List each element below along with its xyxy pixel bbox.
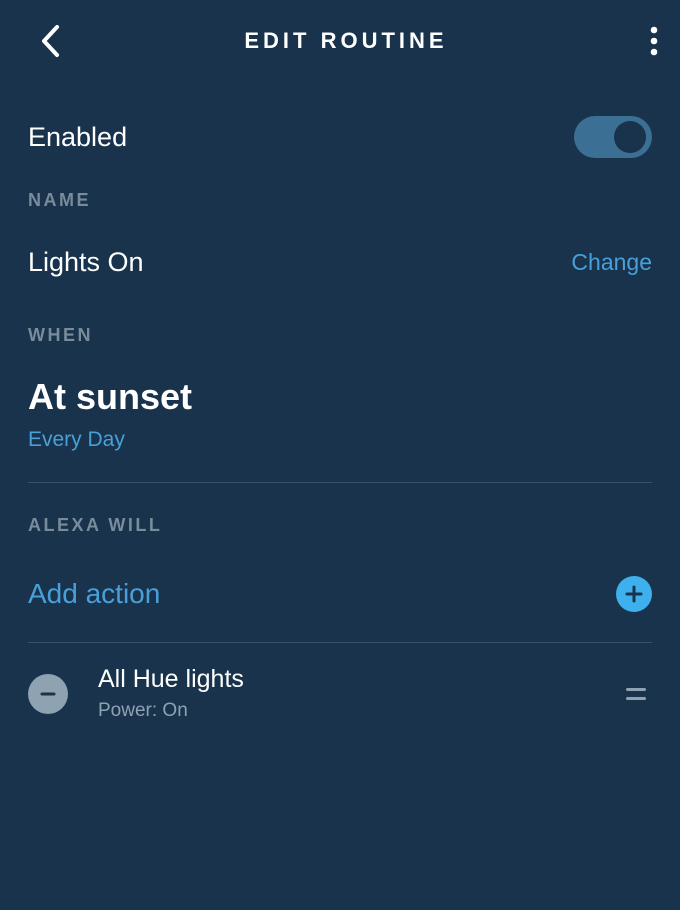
page-title: EDIT ROUTINE (70, 28, 622, 54)
enabled-row: Enabled (28, 82, 652, 162)
trigger-block[interactable]: At sunset Every Day (28, 352, 652, 482)
add-action-button[interactable]: Add action (28, 542, 652, 642)
chevron-left-icon (39, 24, 61, 58)
change-name-link[interactable]: Change (571, 249, 652, 276)
action-subtitle: Power: On (98, 694, 620, 722)
enabled-label: Enabled (28, 122, 127, 153)
drag-handle-line (626, 697, 646, 700)
when-section-heading: WHEN (28, 297, 652, 352)
name-section-heading: NAME (28, 162, 652, 217)
drag-handle-line (626, 688, 646, 691)
actions-section-heading: ALEXA WILL (28, 483, 652, 542)
add-action-label: Add action (28, 578, 160, 610)
enabled-toggle[interactable] (574, 116, 652, 158)
routine-name-row: Lights On Change (28, 217, 652, 297)
back-button[interactable] (30, 21, 70, 61)
routine-name-value: Lights On (28, 247, 144, 278)
action-item[interactable]: All Hue lights Power: On (28, 643, 652, 742)
app-header: EDIT ROUTINE (0, 0, 680, 82)
plus-icon (616, 576, 652, 612)
action-title: All Hue lights (98, 665, 620, 694)
minus-icon (39, 685, 57, 703)
drag-handle[interactable] (620, 688, 652, 700)
action-texts: All Hue lights Power: On (68, 665, 620, 722)
toggle-knob (614, 121, 646, 153)
more-vertical-icon (650, 26, 658, 56)
trigger-title: At sunset (28, 352, 652, 418)
remove-action-button[interactable] (28, 674, 68, 714)
more-options-button[interactable] (622, 21, 658, 61)
trigger-recurrence: Every Day (28, 418, 652, 482)
